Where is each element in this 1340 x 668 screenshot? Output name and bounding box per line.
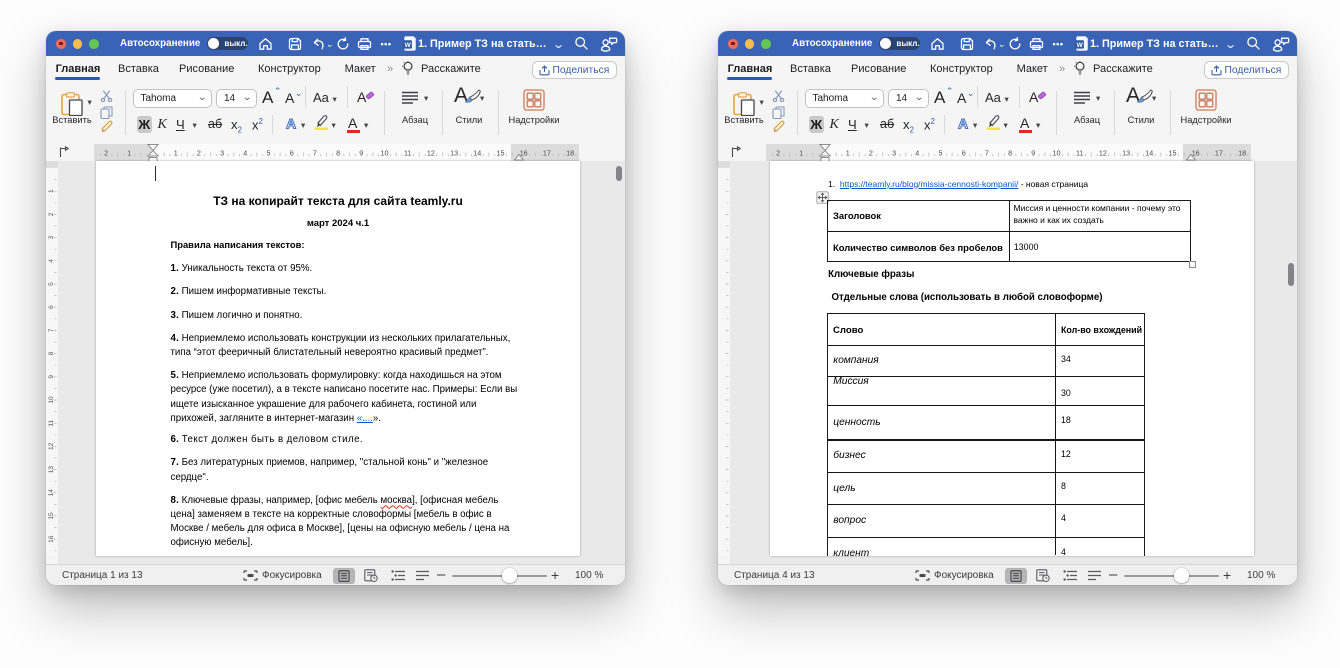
- svg-text:2: 2: [104, 148, 108, 157]
- svg-text:12: 12: [427, 148, 435, 157]
- svg-text:15: 15: [1169, 148, 1177, 157]
- svg-text:1: 1: [48, 189, 55, 193]
- svg-text:6: 6: [290, 148, 294, 157]
- svg-text:A: A: [286, 116, 296, 131]
- svg-text:3: 3: [892, 148, 896, 157]
- svg-text:13: 13: [450, 148, 458, 157]
- svg-text:1: 1: [174, 148, 178, 157]
- svg-text:4: 4: [243, 148, 247, 157]
- svg-text:12: 12: [48, 442, 55, 450]
- svg-text:10: 10: [48, 396, 55, 404]
- svg-text:14: 14: [1145, 148, 1153, 157]
- svg-text:18: 18: [1238, 148, 1246, 157]
- svg-text:5: 5: [939, 148, 943, 157]
- svg-text:9: 9: [48, 374, 55, 378]
- svg-text:17: 17: [1215, 148, 1223, 157]
- svg-text:2: 2: [48, 212, 55, 216]
- svg-text:11: 11: [48, 419, 55, 426]
- svg-text:11: 11: [1076, 148, 1083, 157]
- svg-text:1: 1: [846, 148, 850, 157]
- svg-text:4: 4: [48, 258, 55, 262]
- svg-text:17: 17: [543, 148, 551, 157]
- svg-text:14: 14: [473, 148, 481, 157]
- svg-text:3: 3: [220, 148, 224, 157]
- svg-text:1: 1: [127, 148, 131, 157]
- svg-text:9: 9: [359, 148, 363, 157]
- svg-text:18: 18: [566, 148, 574, 157]
- svg-text:5: 5: [48, 281, 55, 285]
- svg-text:5: 5: [267, 148, 271, 157]
- svg-text:2: 2: [776, 148, 780, 157]
- svg-text:9: 9: [1031, 148, 1035, 157]
- svg-text:14: 14: [48, 488, 55, 496]
- svg-text:11: 11: [404, 148, 411, 157]
- svg-text:8: 8: [1008, 148, 1012, 157]
- svg-text:2: 2: [197, 148, 201, 157]
- svg-text:2: 2: [869, 148, 873, 157]
- svg-text:8: 8: [336, 148, 340, 157]
- svg-text:7: 7: [985, 148, 989, 157]
- svg-text:10: 10: [381, 148, 389, 157]
- svg-text:7: 7: [313, 148, 317, 157]
- svg-text:8: 8: [48, 351, 55, 355]
- svg-text:16: 16: [48, 535, 55, 543]
- svg-text:6: 6: [962, 148, 966, 157]
- svg-text:3: 3: [48, 235, 55, 239]
- svg-text:10: 10: [1053, 148, 1061, 157]
- svg-text:6: 6: [48, 305, 55, 309]
- svg-text:12: 12: [1099, 148, 1107, 157]
- svg-text:15: 15: [497, 148, 505, 157]
- svg-text:15: 15: [48, 512, 55, 520]
- svg-text:13: 13: [1122, 148, 1130, 157]
- svg-text:A: A: [958, 116, 968, 131]
- svg-text:7: 7: [48, 328, 55, 332]
- svg-text:13: 13: [48, 465, 55, 473]
- svg-text:1: 1: [799, 148, 803, 157]
- svg-text:4: 4: [915, 148, 919, 157]
